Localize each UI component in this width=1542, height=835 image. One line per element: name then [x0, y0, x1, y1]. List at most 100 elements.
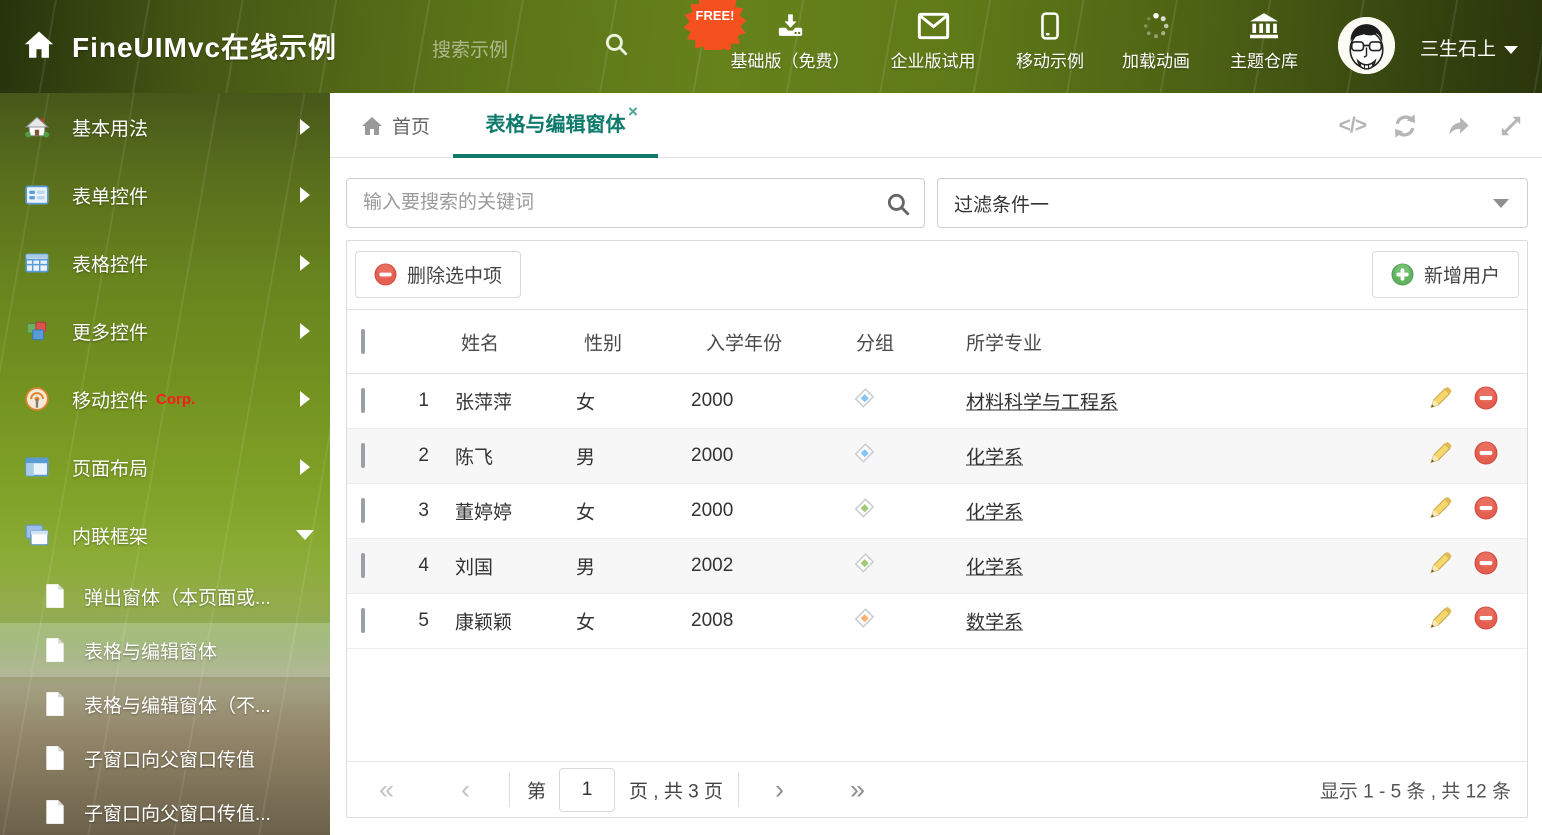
- sidebar-item-label: 页面布局: [72, 458, 149, 480]
- sidebar-subitem-label: 表格与编辑窗体: [84, 641, 218, 663]
- row-number: 1: [418, 390, 429, 411]
- cell-gender: 女: [576, 392, 596, 414]
- nav-label: 企业版试用: [890, 52, 976, 71]
- divider: [738, 773, 739, 807]
- sidebar-subitem-child-to-parent-2[interactable]: 子窗口向父窗口传值...: [0, 785, 330, 835]
- page-suffix-label: 页 , 共 3 页: [629, 781, 723, 802]
- first-page-button[interactable]: «: [379, 776, 394, 803]
- column-header-gender[interactable]: 性别: [584, 328, 622, 355]
- row-checkbox[interactable]: [361, 498, 365, 523]
- cell-year: 2002: [691, 555, 734, 576]
- next-page-button[interactable]: ›: [775, 776, 784, 803]
- cell-year: 2000: [691, 445, 734, 466]
- expand-icon[interactable]: [1498, 113, 1524, 139]
- delete-icon[interactable]: [1474, 606, 1498, 636]
- nav-theme-store[interactable]: 主题仓库: [1230, 12, 1298, 72]
- view-source-icon[interactable]: </>: [1339, 114, 1367, 138]
- select-all-checkbox[interactable]: [361, 328, 365, 354]
- home-icon[interactable]: [22, 28, 56, 67]
- sidebar-subitem-popup-window[interactable]: 弹出窗体（本页面或...: [0, 569, 330, 623]
- tab-close-icon[interactable]: ×: [628, 103, 638, 120]
- user-menu[interactable]: 三生石上: [1420, 34, 1519, 61]
- row-number: 3: [418, 500, 429, 521]
- edit-icon[interactable]: [1428, 551, 1453, 582]
- major-link[interactable]: 化学系: [966, 448, 1023, 469]
- nav-loading-animation[interactable]: 加载动画: [1122, 12, 1190, 72]
- tag-icon: [853, 607, 876, 636]
- chevron-down-icon: [1504, 45, 1519, 54]
- sidebar-item-basic-usage[interactable]: 基本用法: [0, 93, 330, 161]
- sidebar-item-form-controls[interactable]: 表单控件: [0, 161, 330, 229]
- last-page-button[interactable]: »: [850, 776, 865, 803]
- sidebar-item-grid-controls[interactable]: 表格控件: [0, 229, 330, 297]
- add-user-button[interactable]: 新增用户: [1371, 251, 1519, 298]
- avatar[interactable]: [1338, 17, 1395, 74]
- windows-icon: [25, 524, 49, 546]
- edit-icon[interactable]: [1428, 606, 1453, 637]
- row-checkbox[interactable]: [361, 443, 365, 468]
- edit-icon[interactable]: [1428, 496, 1453, 527]
- cell-name: 董婷婷: [455, 502, 513, 524]
- column-header-year[interactable]: 入学年份: [706, 328, 782, 355]
- column-header-group[interactable]: 分组: [856, 328, 894, 355]
- row-checkbox[interactable]: [361, 388, 365, 413]
- row-checkbox[interactable]: [361, 553, 365, 578]
- sidebar-item-mobile-controls[interactable]: 移动控件 Corp.: [0, 365, 330, 433]
- edit-icon[interactable]: [1428, 441, 1453, 472]
- grid-panel: 删除选中项 新增用户 姓名 性别 入学年份 分组 所学专业 1 张萍萍 女 20…: [346, 240, 1528, 818]
- major-link[interactable]: 化学系: [966, 503, 1023, 524]
- column-header-major[interactable]: 所学专业: [966, 328, 1042, 355]
- header-search-icon[interactable]: [603, 31, 629, 62]
- cell-name: 陈飞: [455, 447, 494, 469]
- nav-label: 基础版（免费）: [730, 52, 850, 71]
- nav-label: 移动示例: [1016, 52, 1084, 71]
- major-link[interactable]: 材料科学与工程系: [966, 393, 1118, 414]
- tab-home[interactable]: 首页: [360, 93, 430, 158]
- search-icon[interactable]: [885, 191, 911, 222]
- free-badge-text: FREE!: [696, 8, 735, 23]
- header-search-input[interactable]: 搜索示例: [432, 35, 508, 62]
- sidebar-subitem-grid-edit-window-2[interactable]: 表格与编辑窗体（不...: [0, 677, 330, 731]
- delete-icon[interactable]: [1474, 551, 1498, 581]
- share-icon[interactable]: [1444, 113, 1472, 139]
- sidebar-subitem-grid-edit-window[interactable]: 表格与编辑窗体: [0, 623, 330, 677]
- nav-basic-edition[interactable]: 基础版（免费）: [731, 12, 850, 72]
- chevron-right-icon: [300, 459, 310, 475]
- delete-icon[interactable]: [1474, 496, 1498, 526]
- table-header-row: 姓名 性别 入学年份 分组 所学专业: [347, 309, 1527, 374]
- major-link[interactable]: 数学系: [966, 613, 1023, 634]
- edit-icon[interactable]: [1428, 386, 1453, 417]
- sidebar-item-inline-frame[interactable]: 内联框架: [0, 501, 330, 569]
- chevron-right-icon: [300, 323, 310, 339]
- tab-toolbar: </>: [1339, 93, 1524, 158]
- active-tab-indicator: [453, 154, 658, 158]
- sidebar-item-page-layout[interactable]: 页面布局: [0, 433, 330, 501]
- keyword-search-input[interactable]: [346, 178, 925, 228]
- app-title: FineUIMvc在线示例: [72, 32, 338, 63]
- nav-mobile-demo[interactable]: 移动示例: [1016, 12, 1084, 72]
- filter-dropdown[interactable]: 过滤条件一: [937, 178, 1528, 228]
- divider: [509, 773, 510, 807]
- page-number-input[interactable]: [559, 768, 615, 812]
- row-checkbox[interactable]: [361, 608, 365, 633]
- delete-icon[interactable]: [1474, 386, 1498, 416]
- download-icon: [778, 14, 802, 36]
- prev-page-button[interactable]: ‹: [461, 776, 470, 803]
- tag-icon: [853, 387, 876, 416]
- sidebar-item-more-controls[interactable]: 更多控件: [0, 297, 330, 365]
- sidebar-subitem-child-to-parent[interactable]: 子窗口向父窗口传值: [0, 731, 330, 785]
- delete-icon[interactable]: [1474, 441, 1498, 471]
- delete-selected-button[interactable]: 删除选中项: [355, 251, 522, 298]
- column-header-name[interactable]: 姓名: [461, 328, 499, 355]
- row-number: 5: [418, 610, 429, 631]
- add-user-label: 新增用户: [1423, 266, 1500, 287]
- sidebar-item-label: 基本用法: [72, 118, 149, 140]
- sidebar-item-label: 移动控件: [72, 390, 149, 412]
- document-icon: [46, 746, 64, 770]
- major-link[interactable]: 化学系: [966, 558, 1023, 579]
- sidebar-subitem-label: 子窗口向父窗口传值...: [84, 803, 271, 825]
- plus-circle-icon: [1391, 263, 1414, 286]
- nav-enterprise-trial[interactable]: 企业版试用: [891, 12, 976, 72]
- refresh-icon[interactable]: [1392, 113, 1418, 139]
- sidebar-subitem-label: 弹出窗体（本页面或...: [84, 587, 271, 609]
